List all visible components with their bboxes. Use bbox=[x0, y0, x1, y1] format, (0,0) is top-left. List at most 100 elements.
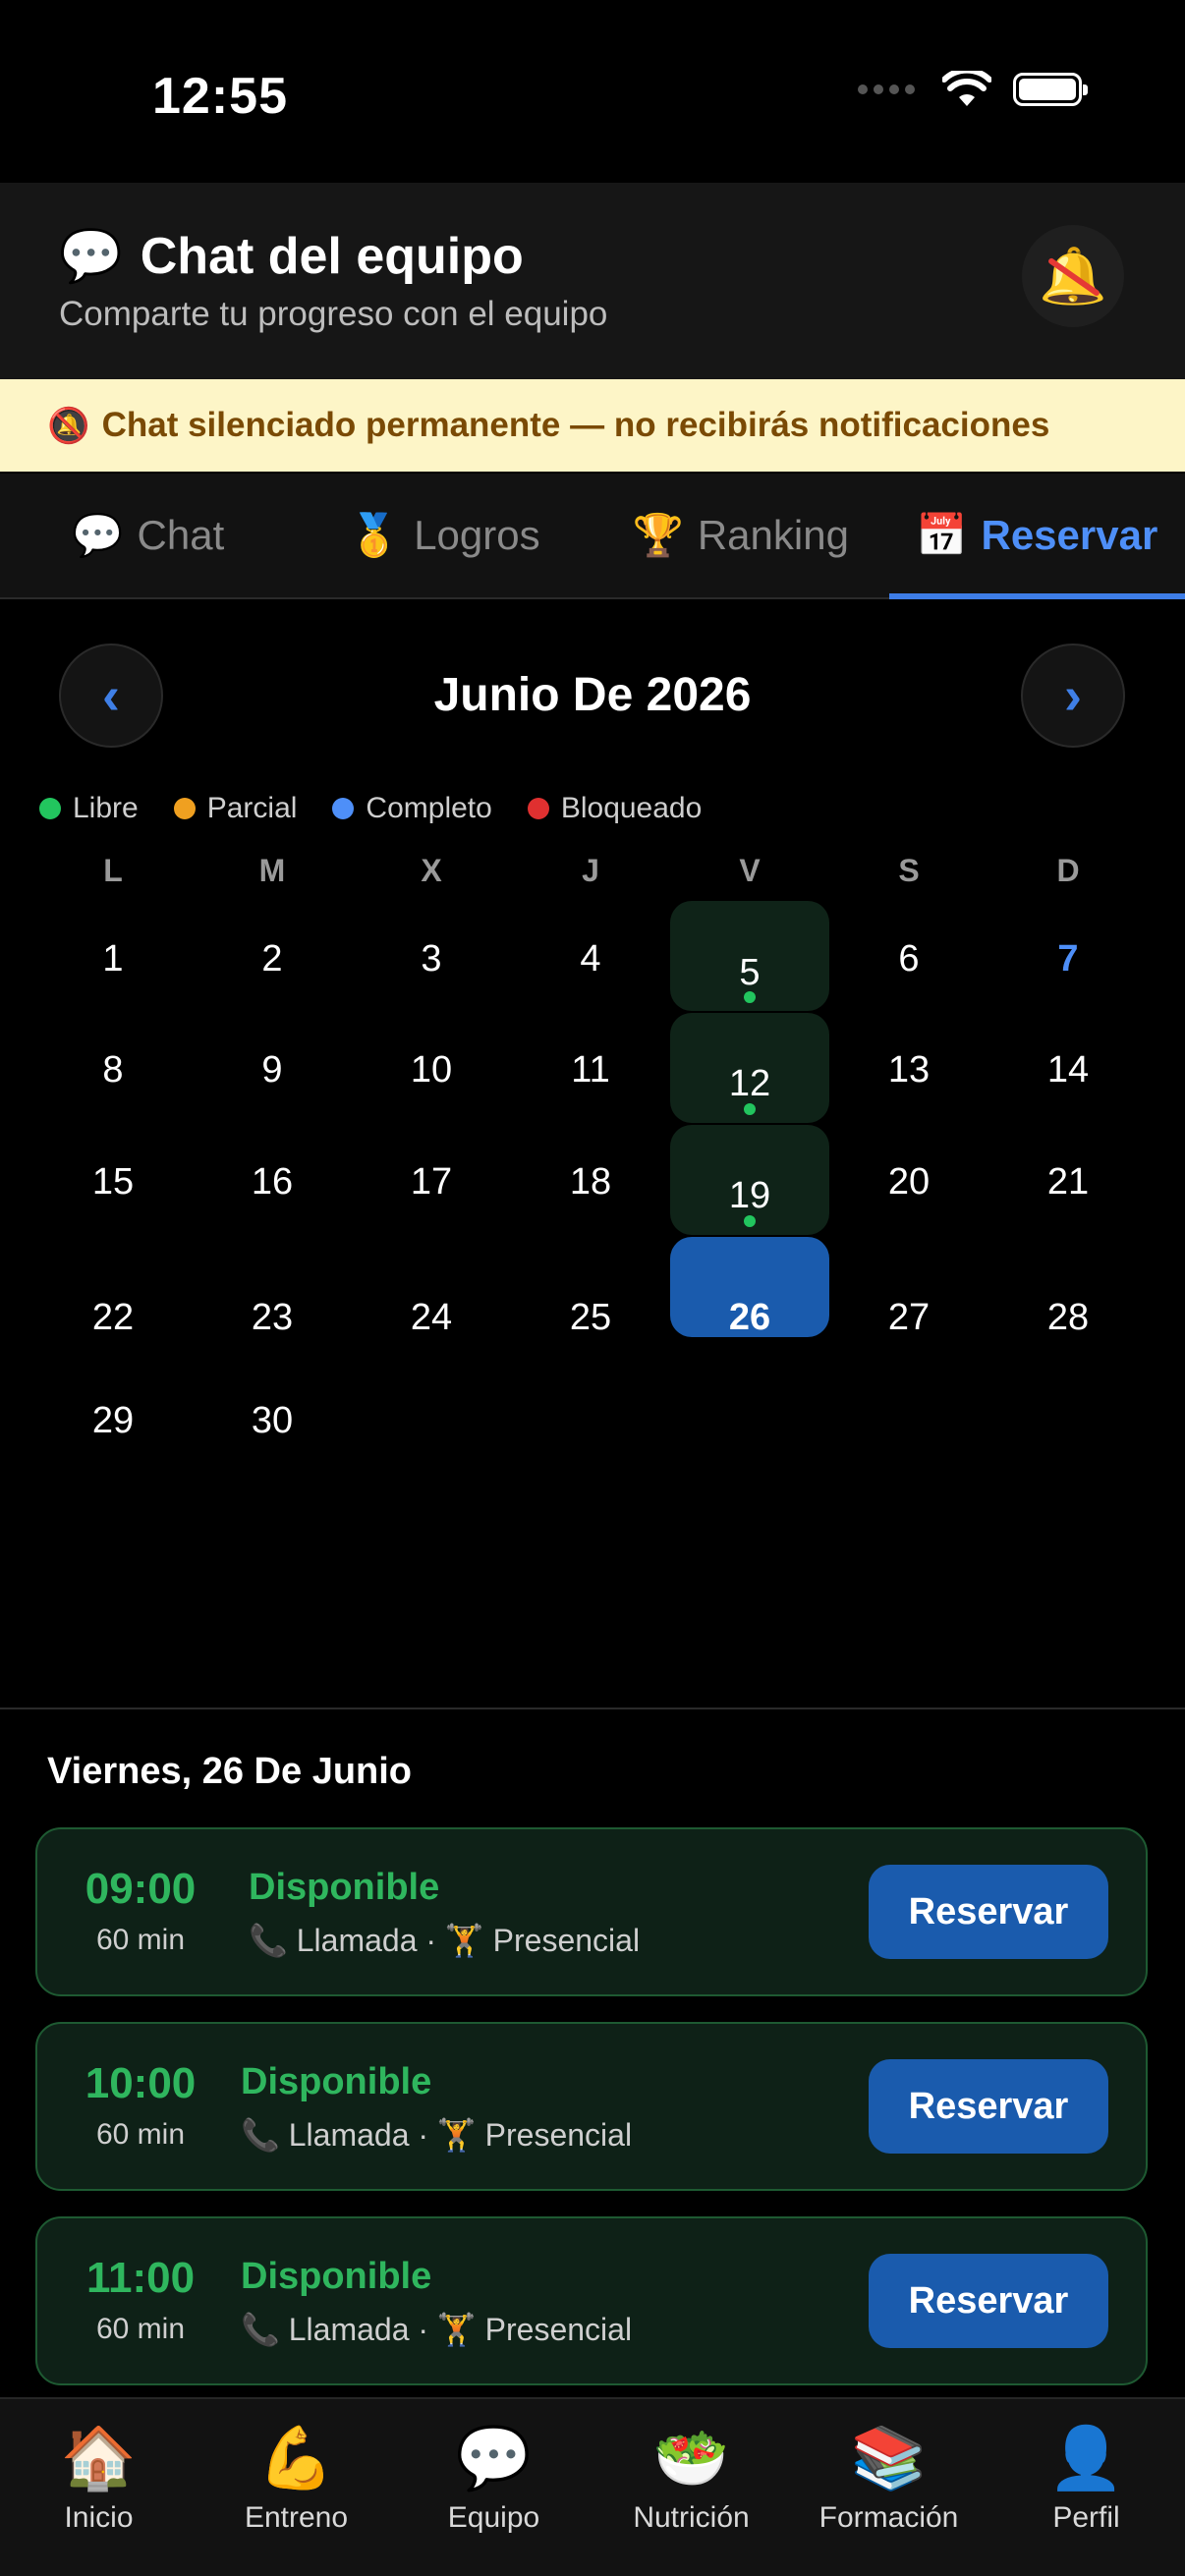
weekday-label: J bbox=[582, 853, 599, 888]
phone-icon: 📞 bbox=[241, 2312, 280, 2347]
mode-call-label: Llamada bbox=[296, 1923, 418, 1958]
next-month-button[interactable]: › bbox=[1021, 644, 1125, 748]
calendar-day[interactable]: 27 bbox=[830, 1297, 988, 1339]
status-icons bbox=[858, 71, 1088, 108]
signal-icon bbox=[858, 84, 915, 94]
battery-icon bbox=[1013, 73, 1088, 106]
mode-in-person-label: Presencial bbox=[492, 1923, 641, 1958]
calendar-day[interactable]: 22 bbox=[34, 1297, 192, 1339]
nav-label: Perfil bbox=[1052, 2501, 1120, 2534]
legend-label: Libre bbox=[73, 792, 139, 824]
tab-label: Logros bbox=[414, 512, 540, 558]
time-slot-card: 11:00 60 min Disponible 📞 Llamada · 🏋️ Pres… bbox=[35, 2216, 1148, 2385]
calendar-day[interactable]: 19 bbox=[671, 1175, 828, 1217]
nav-label: Equipo bbox=[447, 2501, 540, 2534]
page-title: 💬 Chat del equipo bbox=[59, 226, 524, 286]
calendar-day[interactable]: 24 bbox=[353, 1297, 510, 1339]
calendar-day[interactable]: 8 bbox=[34, 1049, 192, 1092]
legend-item-bloqueado: Bloqueado bbox=[527, 792, 702, 825]
weekday-label: D bbox=[1056, 853, 1080, 888]
slot-time: 11:00 bbox=[85, 2254, 196, 2302]
phone-icon: 📞 bbox=[249, 1923, 288, 1958]
muted-banner: 🔕 Chat silenciado permanente — no recibi… bbox=[0, 379, 1185, 472]
calendar-day[interactable]: 9 bbox=[194, 1049, 351, 1092]
calendar-day[interactable]: 1 bbox=[34, 938, 192, 980]
mode-in-person-label: Presencial bbox=[484, 2312, 633, 2347]
weekday-label: L bbox=[103, 853, 123, 888]
mode-call-label: Llamada bbox=[288, 2117, 410, 2153]
speech-bubble-icon: 💬 bbox=[72, 511, 124, 558]
calendar-day[interactable]: 10 bbox=[353, 1049, 510, 1092]
reserve-button[interactable]: Reservar bbox=[869, 1865, 1108, 1959]
slot-status: Disponible bbox=[249, 1867, 440, 1908]
calendar-day[interactable]: 20 bbox=[830, 1161, 988, 1204]
phone-icon: 📞 bbox=[241, 2117, 280, 2153]
calendar-day[interactable]: 4 bbox=[512, 938, 669, 980]
calendar-day[interactable]: 21 bbox=[989, 1161, 1147, 1204]
divider bbox=[0, 1708, 1185, 1709]
legend-dot bbox=[332, 798, 355, 819]
calendar-day[interactable]: 12 bbox=[671, 1063, 828, 1105]
slot-status: Disponible bbox=[241, 2061, 432, 2102]
calendar-day[interactable]: 25 bbox=[512, 1297, 669, 1339]
calendar-day[interactable]: 18 bbox=[512, 1161, 669, 1204]
tab-ranking[interactable]: 🏆 Ranking bbox=[592, 474, 889, 597]
slot-time: 09:00 bbox=[85, 1865, 197, 1913]
calendar-day[interactable]: 2 bbox=[194, 938, 351, 980]
calendar-day[interactable]: 23 bbox=[194, 1297, 351, 1339]
mode-separator: · bbox=[418, 2312, 429, 2347]
calendar-icon: 📅 bbox=[916, 511, 968, 558]
reserve-button[interactable]: Reservar bbox=[869, 2254, 1108, 2348]
tab-label: Reservar bbox=[981, 512, 1158, 558]
calendar-day[interactable]: 17 bbox=[353, 1161, 510, 1204]
nav-label: Inicio bbox=[64, 2501, 134, 2534]
nav-entreno[interactable]: 💪 Entreno bbox=[198, 2399, 395, 2576]
nav-inicio[interactable]: 🏠 Inicio bbox=[0, 2399, 198, 2576]
nav-label: Entreno bbox=[244, 2501, 349, 2534]
slot-duration: 60 min bbox=[95, 2118, 186, 2151]
calendar-day[interactable]: 11 bbox=[512, 1049, 669, 1092]
bottom-nav: 🏠 Inicio 💪 Entreno 💬 Equipo 🥗 Nutrición … bbox=[0, 2397, 1185, 2576]
tab-reservar[interactable]: 📅 Reservar bbox=[888, 474, 1185, 599]
nav-equipo[interactable]: 💬 Equipo bbox=[395, 2399, 592, 2576]
legend-dot bbox=[527, 798, 549, 819]
slot-modes: 📞 Llamada · 🏋️ Presencial bbox=[241, 2311, 632, 2348]
reserve-button[interactable]: Reservar bbox=[869, 2059, 1108, 2154]
calendar-day[interactable]: 16 bbox=[194, 1161, 351, 1204]
nav-formacion[interactable]: 📚 Formación bbox=[790, 2399, 988, 2576]
tab-chat[interactable]: 💬 Chat bbox=[0, 474, 297, 597]
selected-date-label: Viernes, 26 De Junio bbox=[47, 1751, 413, 1792]
tab-logros[interactable]: 🥇 Logros bbox=[297, 474, 593, 597]
calendar-day[interactable]: 14 bbox=[989, 1049, 1147, 1092]
calendar-day[interactable]: 13 bbox=[830, 1049, 988, 1092]
calendar-day[interactable]: 5 bbox=[671, 952, 828, 994]
calendar-day[interactable]: 7 bbox=[989, 938, 1147, 980]
slot-duration: 60 min bbox=[95, 1924, 186, 1956]
calendar-day[interactable]: 29 bbox=[34, 1400, 192, 1442]
speech-bubble-icon: 💬 bbox=[455, 2425, 533, 2492]
muted-bell-icon: 🔕 bbox=[47, 406, 90, 445]
page-subtitle: Comparte tu progreso con el equipo bbox=[59, 295, 608, 333]
calendar-day[interactable]: 28 bbox=[989, 1297, 1147, 1339]
slot-modes: 📞 Llamada · 🏋️ Presencial bbox=[249, 1922, 640, 1959]
house-icon: 🏠 bbox=[60, 2425, 138, 2492]
calendar-day[interactable]: 6 bbox=[830, 938, 988, 980]
mute-toggle-button[interactable]: 🔔 bbox=[1022, 225, 1124, 327]
calendar-day[interactable]: 26 bbox=[671, 1297, 828, 1339]
slot-duration: 60 min bbox=[95, 2313, 186, 2345]
nav-perfil[interactable]: 👤 Perfil bbox=[988, 2399, 1185, 2576]
nav-nutricion[interactable]: 🥗 Nutrición bbox=[592, 2399, 790, 2576]
legend-label: Parcial bbox=[206, 792, 298, 824]
calendar-day[interactable]: 3 bbox=[353, 938, 510, 980]
legend-label: Completo bbox=[366, 792, 492, 824]
books-icon: 📚 bbox=[850, 2425, 928, 2492]
calendar-day[interactable]: 30 bbox=[194, 1400, 351, 1442]
wifi-icon bbox=[942, 71, 991, 106]
trophy-icon: 🏆 bbox=[632, 511, 684, 558]
calendar-day[interactable]: 15 bbox=[34, 1161, 192, 1204]
mode-separator: · bbox=[425, 1923, 437, 1958]
weekday-label: V bbox=[739, 853, 761, 888]
flexed-biceps-icon: 💪 bbox=[257, 2425, 335, 2492]
legend-dot bbox=[39, 798, 61, 819]
mode-in-person-label: Presencial bbox=[484, 2117, 633, 2153]
